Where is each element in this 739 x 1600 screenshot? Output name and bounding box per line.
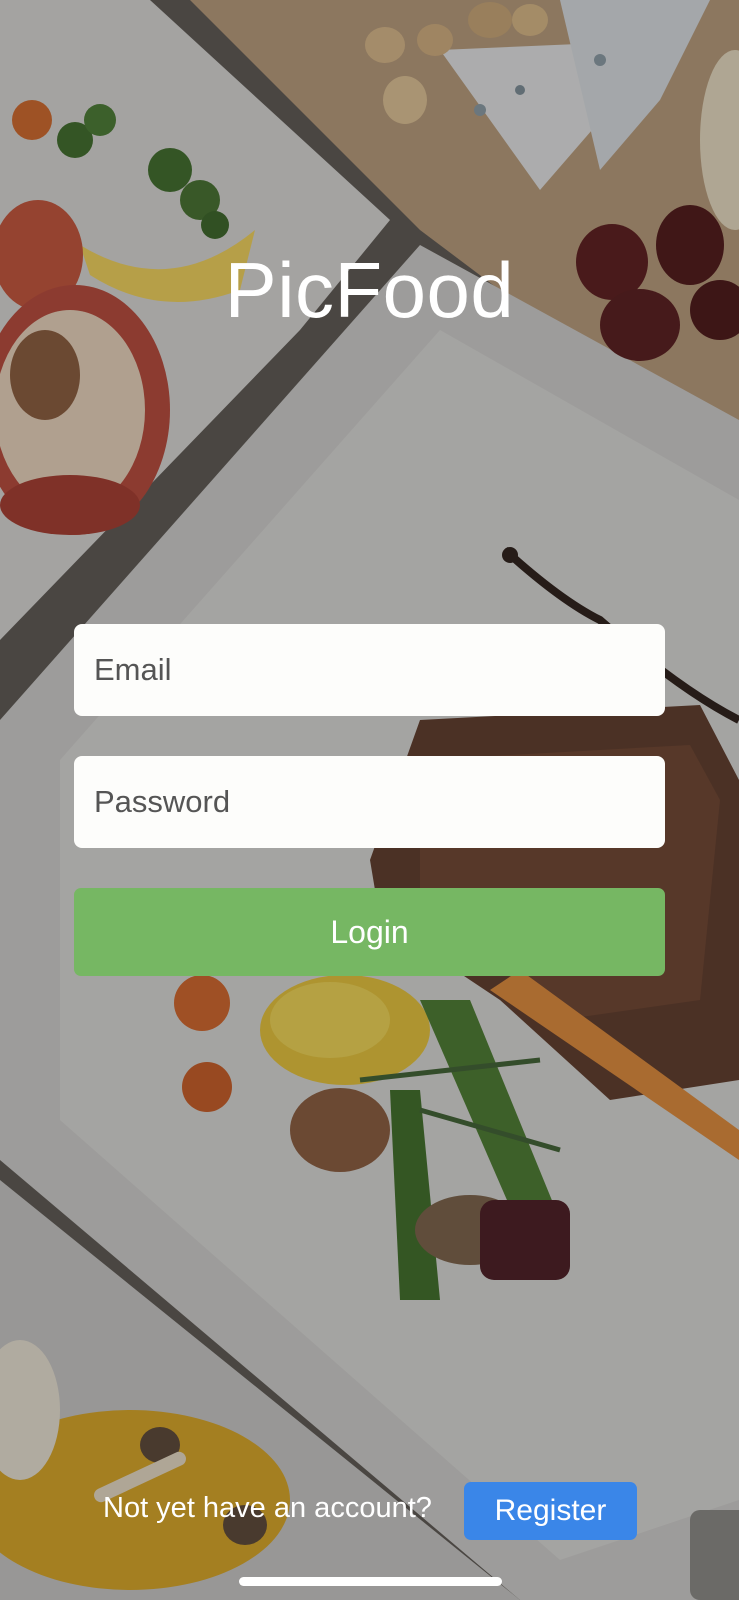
- login-button[interactable]: Login: [74, 888, 665, 976]
- login-button-label: Login: [330, 913, 409, 950]
- app-title: PicFood: [224, 246, 515, 334]
- register-row: Not yet have an account? Register: [0, 1482, 739, 1540]
- login-screen: PicFood Login Not yet have an account? R…: [0, 0, 739, 1600]
- register-prompt: Not yet have an account?: [103, 1492, 432, 1524]
- register-button[interactable]: Register: [464, 1482, 637, 1540]
- password-input[interactable]: [92, 783, 647, 821]
- password-field[interactable]: [74, 756, 665, 848]
- register-button-label: Register: [494, 1494, 607, 1527]
- email-field[interactable]: [74, 624, 665, 716]
- home-indicator[interactable]: [239, 1577, 502, 1586]
- email-input[interactable]: [92, 651, 647, 689]
